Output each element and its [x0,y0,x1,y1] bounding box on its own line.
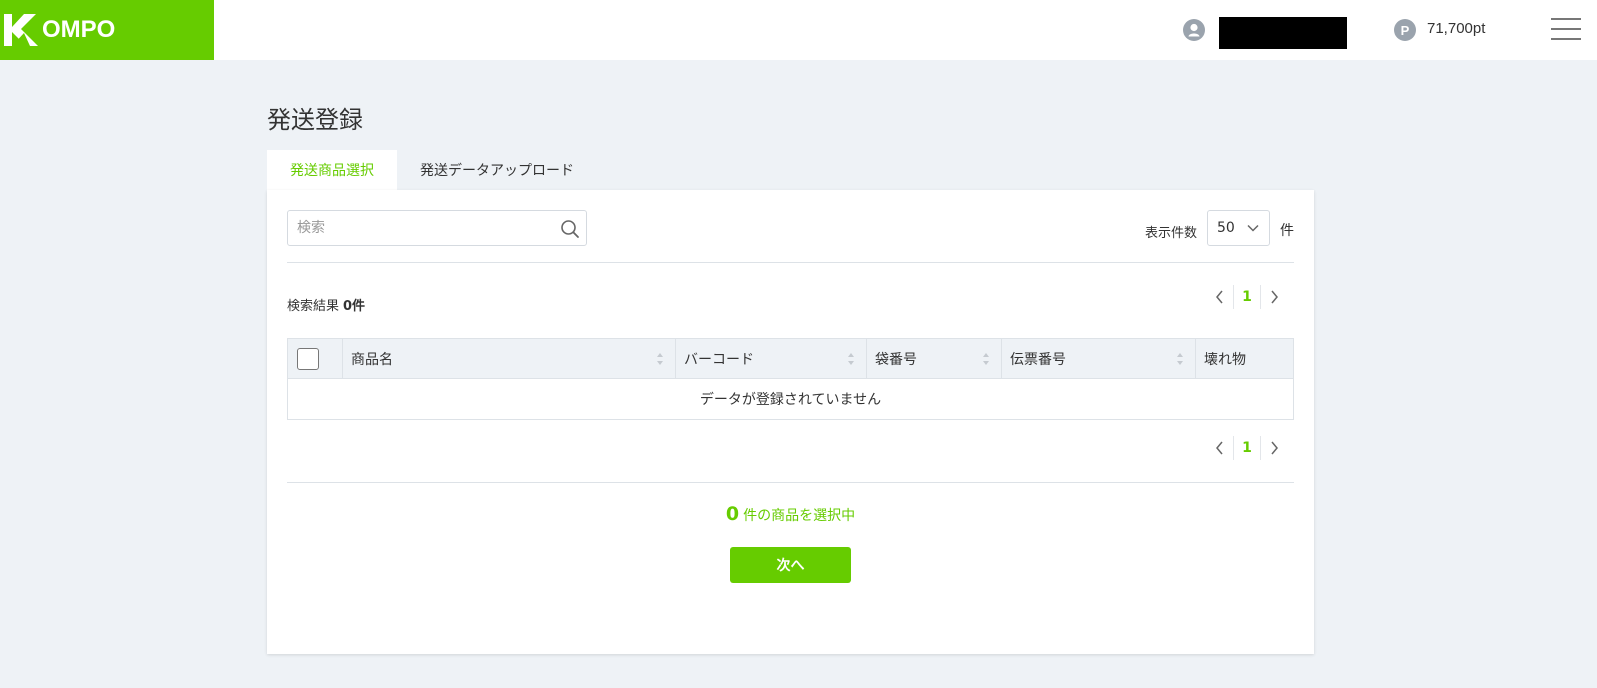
column-label: バーコード [684,352,754,368]
divider-top [287,262,1294,263]
next-button[interactable]: 次へ [730,547,851,583]
per-page-select[interactable]: 50 [1207,210,1270,246]
column-label: 袋番号 [875,352,917,368]
sort-icon [1177,353,1183,365]
sort-icon [983,353,989,365]
pagination-page-1[interactable]: 1 [1233,285,1261,309]
sort-icon [848,353,854,365]
main-card: 表示件数 50 件 検索結果0件 1 商品名 [267,190,1314,654]
column-header-slip-number[interactable]: 伝票番号 [1002,339,1196,379]
user-icon[interactable] [1183,19,1205,41]
column-header-bag-number[interactable]: 袋番号 [867,339,1002,379]
column-header-product-name[interactable]: 商品名 [343,339,676,379]
column-header-fragile[interactable]: 壊れ物 [1196,339,1293,379]
tab-shipping-data-upload[interactable]: 発送データアップロード [397,150,597,190]
pagination-prev-button[interactable] [1207,436,1233,460]
search-input[interactable] [288,211,548,245]
tab-shipping-item-select[interactable]: 発送商品選択 [267,150,397,190]
pagination-next-button[interactable] [1261,285,1287,309]
pagination-prev-button[interactable] [1207,285,1233,309]
logo-k-icon [4,14,38,46]
per-page-value: 50 [1217,220,1235,236]
page-title: 発送登録 [267,106,363,134]
points-icon: P [1394,19,1416,41]
column-label: 壊れ物 [1204,352,1246,368]
chevron-down-icon [1247,224,1259,232]
result-label: 検索結果 [287,299,340,314]
result-count: 0件 [343,299,366,314]
chevron-left-icon [1216,290,1223,304]
logo-text: OMPO [42,16,116,43]
table-empty-row: データが登録されていません [288,379,1293,419]
selected-items-summary: 0 件の商品を選択中 [267,503,1314,525]
empty-message: データが登録されていません [699,392,882,408]
items-table: 商品名 バーコード 袋番号 伝票番号 壊れ物 データが登録されていません [287,338,1294,420]
pagination-top: 1 [1207,285,1297,309]
pagination-next-button[interactable] [1261,436,1287,460]
search-icon[interactable] [560,219,580,239]
column-header-barcode[interactable]: バーコード [676,339,867,379]
user-name-redacted[interactable] [1219,17,1347,49]
table-header: 商品名 バーコード 袋番号 伝票番号 壊れ物 [288,339,1293,379]
column-label: 商品名 [351,352,393,368]
hamburger-menu-icon[interactable] [1551,18,1581,40]
pagination-page-1[interactable]: 1 [1233,436,1261,460]
pagination-bottom: 1 [1207,436,1297,460]
select-all-checkbox[interactable] [297,348,319,370]
sort-icon [657,353,663,365]
top-header: OMPO P 71,700pt [0,0,1597,60]
chevron-right-icon [1271,290,1278,304]
points-balance: 71,700pt [1427,20,1486,37]
search-box [287,210,587,246]
select-all-cell [288,339,343,379]
selected-count: 0 [725,503,740,525]
kompo-logo[interactable]: OMPO [0,0,214,60]
divider-bottom [287,482,1294,483]
search-result-summary: 検索結果 0件 [287,295,365,314]
column-label: 伝票番号 [1010,352,1066,368]
selected-text: 件の商品を選択中 [743,508,856,524]
chevron-right-icon [1271,441,1278,455]
chevron-left-icon [1216,441,1223,455]
per-page-label: 表示件数 [1145,226,1198,241]
per-page-unit: 件 [1280,223,1294,239]
